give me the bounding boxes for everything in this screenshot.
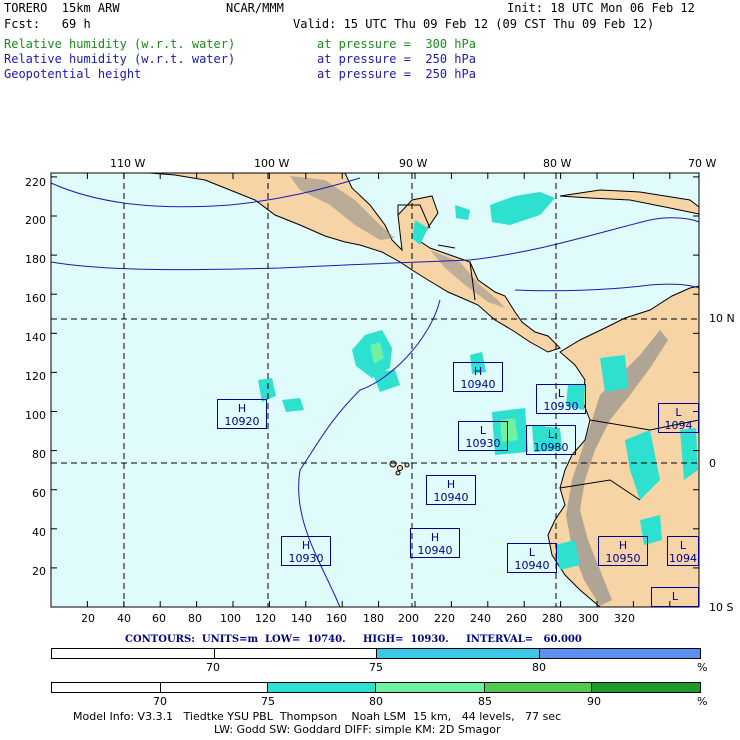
x-tick-40: 40 [117,612,131,625]
y-tick-80: 80 [32,448,46,461]
center-value: 10930 [288,552,324,565]
x-tick-280: 280 [542,612,563,625]
x-tick-260: 260 [506,612,527,625]
center-value: 10940 [433,491,469,504]
pressure-center-low: L 10930 [526,425,576,455]
x-tick-100: 100 [220,612,241,625]
lat-label-10n: 10 N [709,312,735,325]
pressure-center-high: H 10930 [281,536,331,566]
rh300-label-80: 80 [369,695,383,708]
rh250-segment [377,649,540,658]
center-letter: L [679,539,687,552]
pressure-center-high: H 10940 [410,528,460,558]
lon-label-110w: 110 W [110,157,146,170]
y-tick-160: 160 [25,292,46,305]
center-value: 10940 [514,559,550,572]
center-letter: H [301,539,311,552]
center-letter: H [618,539,628,552]
x-tick-80: 80 [188,612,202,625]
x-tick-20: 20 [81,612,95,625]
rh300-label-90: 90 [587,695,601,708]
rh250-label-75: 75 [369,661,383,674]
center-letter: H [446,478,456,491]
lon-label-90w: 90 W [399,157,428,170]
pressure-center-low: L 10930 [458,421,508,451]
pressure-center-high: H 10940 [426,475,476,505]
lat-label-10s: 10 S [709,601,734,614]
center-letter: H [430,531,440,544]
contours-info: CONTOURS: UNITS=m LOW= 10740. HIGH= 1093… [125,634,582,645]
pressure-center-high: H 10940 [453,362,503,392]
center-letter: L [675,406,682,419]
center-value: 10930 [533,441,569,454]
model-info-line-1: Model Info: V3.3.1 Tiedtke YSU PBL Thomp… [73,710,562,723]
center-letter: H [237,402,247,415]
x-tick-140: 140 [291,612,312,625]
y-tick-200: 200 [25,214,46,227]
rh300-segment [161,683,269,692]
center-value: 10940 [460,378,496,391]
rh250-unit: % [697,661,708,674]
rh300-segment [592,683,701,692]
center-letter: L [528,546,536,559]
rh300-unit: % [697,695,708,708]
rh300-segment [484,683,593,692]
pressure-center-low: L 10940 [507,543,557,573]
center-value: 10930 [543,400,579,413]
rh300-label-85: 85 [478,695,492,708]
rh300-label-70: 70 [153,695,167,708]
y-tick-20: 20 [32,565,46,578]
rh300-legend-bar [51,682,701,693]
center-letter: H [473,365,483,378]
pressure-center-high: H 10920 [217,399,267,429]
lon-label-70w: 70 W [688,157,717,170]
y-tick-180: 180 [25,253,46,266]
rh300-segment [268,683,377,692]
pressure-center-low: L 10930 [536,384,586,414]
x-tick-300: 300 [578,612,599,625]
rh250-legend-bar [51,648,701,659]
rh250-segment [539,649,700,658]
lon-label-100w: 100 W [254,157,290,170]
y-tick-220: 220 [25,176,46,189]
center-value: 1094 [664,419,693,432]
lon-label-80w: 80 W [543,157,572,170]
x-tick-240: 240 [470,612,491,625]
lat-label-0: 0 [709,457,716,470]
center-letter: L [479,424,487,437]
pressure-center-low: L 1094 [667,536,699,566]
y-tick-60: 60 [32,487,46,500]
x-tick-180: 180 [363,612,384,625]
x-tick-60: 60 [152,612,166,625]
x-tick-160: 160 [326,612,347,625]
center-letter: L [671,590,679,603]
pressure-center-high: H 10950 [598,536,648,566]
x-tick-320: 320 [614,612,635,625]
pressure-center-low: L 1094 [658,403,699,433]
y-tick-100: 100 [25,409,46,422]
rh300-segment [376,683,485,692]
rh300-segment [52,683,161,692]
rh300-label-75: 75 [261,695,275,708]
pressure-center-low: L [651,587,699,607]
x-tick-120: 120 [255,612,276,625]
center-value: 1094 [669,552,697,565]
x-tick-200: 200 [398,612,419,625]
x-tick-220: 220 [434,612,455,625]
y-tick-140: 140 [25,331,46,344]
rh250-label-70: 70 [206,661,220,674]
y-tick-120: 120 [25,370,46,383]
y-tick-40: 40 [32,526,46,539]
rh250-label-80: 80 [532,661,546,674]
center-value: 10920 [224,415,260,428]
model-info-line-2: LW: Godd SW: Goddard DIFF: simple KM: 2D… [214,723,501,736]
center-letter: L [557,387,565,400]
center-value: 10940 [417,544,453,557]
center-letter: L [547,428,555,441]
center-value: 10930 [465,437,501,450]
rh250-segment [52,649,215,658]
center-value: 10950 [605,552,641,565]
rh250-segment [215,649,377,658]
